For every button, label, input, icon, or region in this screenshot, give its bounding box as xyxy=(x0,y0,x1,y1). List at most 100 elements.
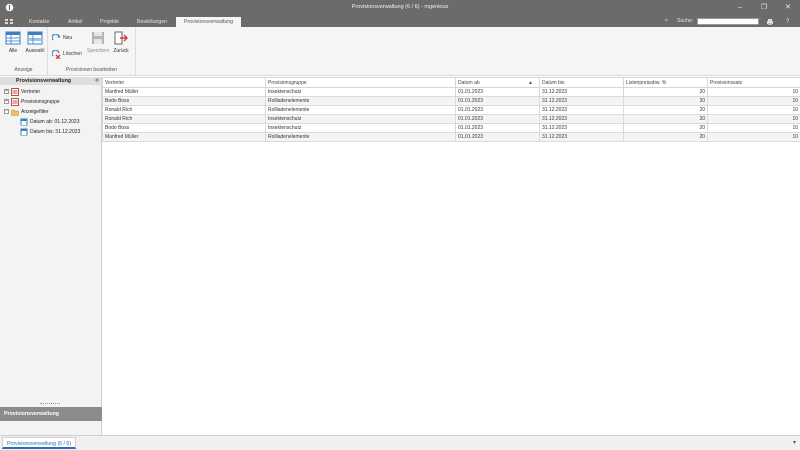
cell-datum-bis[interactable]: 31.12.2023 xyxy=(539,132,624,142)
tab-projekte[interactable]: Projekte xyxy=(98,17,121,27)
loeschen-button[interactable]: Löschen xyxy=(52,49,82,59)
tree-item-anzeigefilter[interactable]: − Anzeigefilter xyxy=(4,107,49,116)
cell-vertreter[interactable]: Manfred Müller xyxy=(102,87,266,97)
cell-listenpreisabw[interactable]: 20 xyxy=(623,123,708,133)
cell-vertreter[interactable]: Bodo Boss xyxy=(102,96,266,106)
table-row[interactable]: Bodo Boss Insektenschutz 01.01.2023 31.1… xyxy=(102,123,800,133)
app-menu-icon[interactable] xyxy=(3,17,15,26)
panel-splitter[interactable] xyxy=(40,403,60,405)
cell-provisionsgruppe[interactable]: Insektenschutz xyxy=(265,87,456,97)
ribbon-group-anzeige: Alle Auswahl Anzeige xyxy=(0,27,48,75)
cell-provisionssatz[interactable]: 10 xyxy=(707,87,800,97)
cell-provisionssatz[interactable]: 10 xyxy=(707,132,800,142)
ribbon: Alle Auswahl Anzeige Neu Löschen Speiche… xyxy=(0,27,800,76)
maximize-button[interactable]: ❐ xyxy=(757,2,771,14)
alle-button-label: Alle xyxy=(8,48,18,54)
cell-vertreter[interactable]: Ronald Rich xyxy=(102,105,266,115)
zurueck-button[interactable]: Zurück xyxy=(110,30,132,58)
table-row[interactable]: Bodo Boss Rollladenelemente 01.01.2023 3… xyxy=(102,96,800,106)
document-tab-bar: Provisionsverwaltung (6 / 6) ▾ xyxy=(0,435,800,450)
alle-button[interactable]: Alle xyxy=(2,30,24,58)
cell-datum-ab[interactable]: 01.01.2023 xyxy=(455,87,540,97)
cell-provisionsgruppe[interactable]: Rollladenelemente xyxy=(265,132,456,142)
document-tab-provisionsverwaltung[interactable]: Provisionsverwaltung (6 / 6) xyxy=(2,437,77,449)
expand-icon[interactable]: + xyxy=(4,89,9,94)
cell-listenpreisabw[interactable]: 20 xyxy=(623,105,708,115)
cell-provisionsgruppe[interactable]: Rollladenelemente xyxy=(265,96,456,106)
cell-provisionsgruppe[interactable]: Rollladenelemente xyxy=(265,105,456,115)
exit-icon xyxy=(114,31,128,45)
tab-list-dropdown-icon[interactable]: ▾ xyxy=(793,439,796,446)
collapse-icon[interactable]: − xyxy=(4,109,9,114)
cell-datum-ab[interactable]: 01.01.2023 xyxy=(455,132,540,142)
column-header-label: Datum ab xyxy=(458,79,480,86)
auswahl-button[interactable]: Auswahl xyxy=(24,30,46,58)
cell-listenpreisabw[interactable]: 20 xyxy=(623,132,708,142)
cell-listenpreisabw[interactable]: 20 xyxy=(623,114,708,124)
cell-datum-ab[interactable]: 01.01.2023 xyxy=(455,105,540,115)
table-row[interactable]: Manfred Müller Rollladenelemente 01.01.2… xyxy=(102,132,800,142)
cell-vertreter[interactable]: Ronald Rich xyxy=(102,114,266,124)
speichern-button[interactable]: Speichern xyxy=(87,30,110,58)
tree-item-label: Datum ab: 01.12.2023 xyxy=(30,118,80,125)
neu-button[interactable]: Neu xyxy=(52,33,72,43)
tree-item-label: Vertreter xyxy=(21,88,41,95)
cell-datum-bis[interactable]: 31.12.2023 xyxy=(539,123,624,133)
sort-ascending-icon: ▲ xyxy=(528,80,533,86)
cell-provisionssatz[interactable]: 10 xyxy=(707,123,800,133)
cell-provisionssatz[interactable]: 10 xyxy=(707,96,800,106)
cell-listenpreisabw[interactable]: 20 xyxy=(623,87,708,97)
speichern-button-label: Speichern xyxy=(87,48,110,54)
cell-datum-ab[interactable]: 01.01.2023 xyxy=(455,123,540,133)
delete-icon xyxy=(52,49,61,59)
search-input[interactable] xyxy=(697,18,759,25)
tab-artikel[interactable]: Artikel xyxy=(66,17,84,27)
column-header-provisionsgruppe[interactable]: Provisionsgruppe xyxy=(265,77,456,88)
provision-table: Vertreter Provisionsgruppe Datum ab ▲ Dat… xyxy=(102,77,800,142)
zurueck-button-label: Zurück xyxy=(113,48,129,54)
ribbon-group-label-anzeige: Anzeige xyxy=(14,67,33,73)
cell-datum-bis[interactable]: 31.12.2023 xyxy=(539,96,624,106)
cell-datum-bis[interactable]: 31.12.2023 xyxy=(539,87,624,97)
cell-datum-ab[interactable]: 01.01.2023 xyxy=(455,96,540,106)
print-icon[interactable] xyxy=(766,18,774,26)
tree-item-datum-ab[interactable]: Datum ab: 01.12.2023 xyxy=(20,117,79,126)
column-header-vertreter[interactable]: Vertreter xyxy=(102,77,266,88)
collapse-ribbon-icon[interactable]: ^ xyxy=(663,17,670,27)
column-header-provisionssatz[interactable]: Provisionssatz xyxy=(707,77,800,88)
table-all-icon xyxy=(5,31,21,45)
column-header-datum-ab[interactable]: Datum ab ▲ xyxy=(455,77,540,88)
column-header-datum-bis[interactable]: Datum bis xyxy=(539,77,624,88)
tab-bestellungen[interactable]: Bestellungen xyxy=(135,17,169,27)
nav-panel-footer[interactable]: Provisionsverwaltung xyxy=(0,407,102,421)
table-selection-icon xyxy=(27,31,43,45)
cell-provisionssatz[interactable]: 10 xyxy=(707,114,800,124)
cell-listenpreisabw[interactable]: 20 xyxy=(623,96,708,106)
cell-datum-ab[interactable]: 01.01.2023 xyxy=(455,114,540,124)
cell-datum-bis[interactable]: 31.12.2023 xyxy=(539,105,624,115)
help-icon[interactable]: ? xyxy=(784,17,791,27)
tab-kontakte[interactable]: Kontakte xyxy=(27,17,51,27)
close-button[interactable]: ✕ xyxy=(781,2,795,14)
cell-provisionssatz[interactable]: 10 xyxy=(707,105,800,115)
cell-provisionsgruppe[interactable]: Insektenschutz xyxy=(265,114,456,124)
tree-item-provisionsgruppe[interactable]: + Provisionsgruppe xyxy=(4,97,60,106)
tree-item-datum-bis[interactable]: Datum bis: 31.12.2023 xyxy=(20,127,80,136)
expand-icon[interactable]: + xyxy=(4,99,9,104)
tab-provisionsverwaltung[interactable]: Provisionsverwaltung xyxy=(176,17,242,27)
tree-item-vertreter[interactable]: + Vertreter xyxy=(4,87,40,96)
minimize-button[interactable]: – xyxy=(733,2,747,14)
nav-panel-header: Provisionsverwaltung xyxy=(0,77,102,85)
table-row[interactable]: Ronald Rich Rollladenelemente 01.01.2023… xyxy=(102,105,800,115)
table-row[interactable]: Ronald Rich Insektenschutz 01.01.2023 31… xyxy=(102,114,800,124)
neu-button-label: Neu xyxy=(63,35,73,41)
search-label: Suche: xyxy=(677,18,694,24)
cell-vertreter[interactable]: Manfred Müller xyxy=(102,132,266,142)
table-row[interactable]: Manfred Müller Insektenschutz 01.01.2023… xyxy=(102,87,800,97)
collapse-panel-icon[interactable]: « xyxy=(95,77,99,85)
auswahl-button-label: Auswahl xyxy=(25,48,45,54)
cell-provisionsgruppe[interactable]: Insektenschutz xyxy=(265,123,456,133)
cell-datum-bis[interactable]: 31.12.2023 xyxy=(539,114,624,124)
column-header-listenpreisabw[interactable]: Listenpreisabw. % xyxy=(623,77,708,88)
cell-vertreter[interactable]: Bodo Boss xyxy=(102,123,266,133)
